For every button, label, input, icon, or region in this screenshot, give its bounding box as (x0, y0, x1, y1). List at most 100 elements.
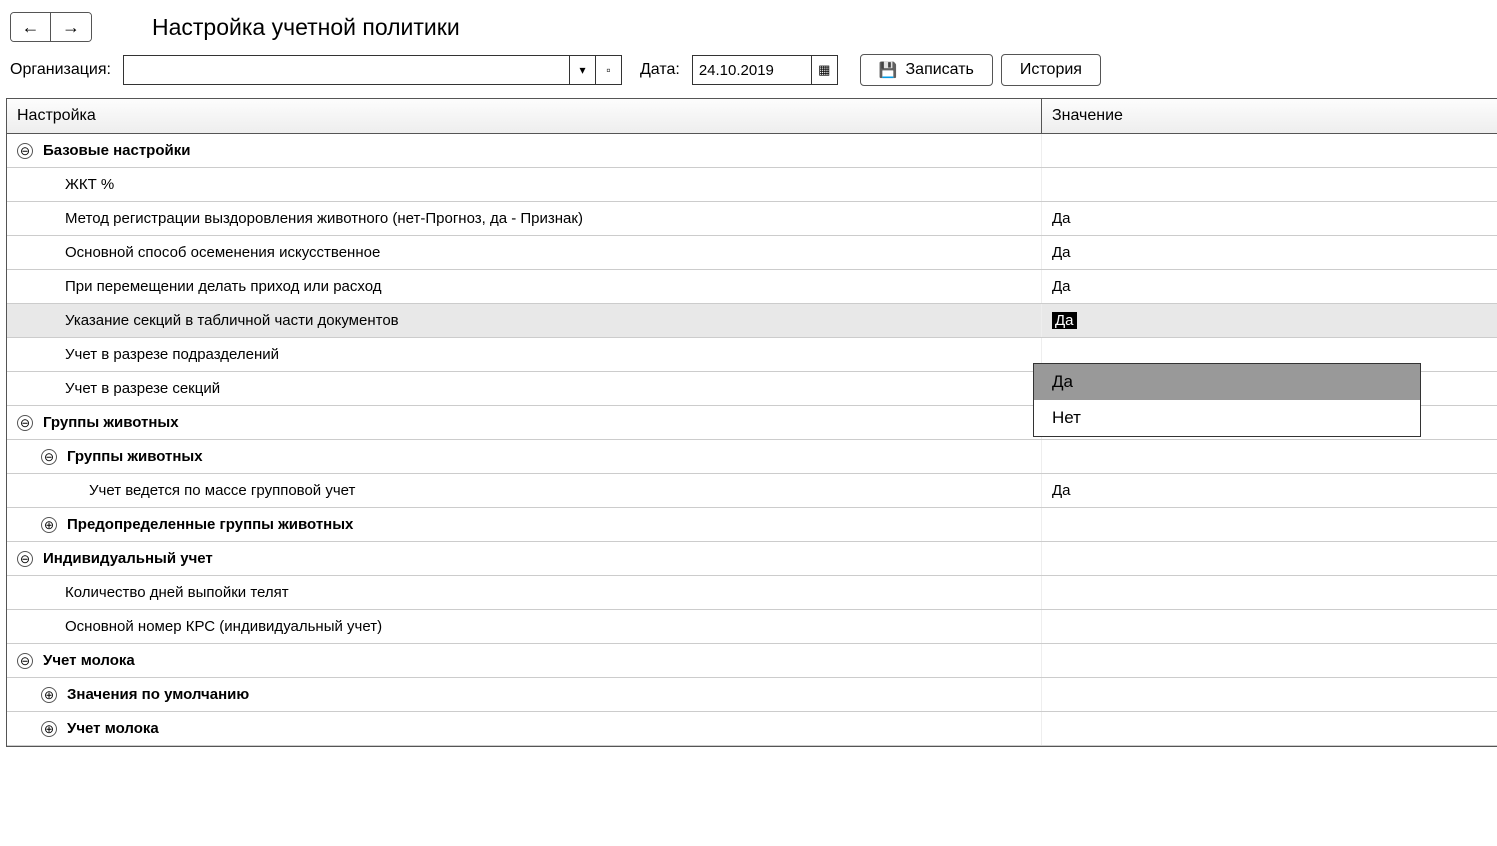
collapse-icon[interactable]: ⊖ (17, 653, 33, 669)
setting-cell: Указание секций в табличной части докуме… (7, 304, 1042, 337)
date-label: Дата: (640, 61, 680, 79)
dropdown-option[interactable]: Да (1034, 364, 1420, 400)
value-dropdown: ДаНет (1033, 363, 1421, 437)
value-text: Да (1052, 278, 1071, 295)
setting-label: При перемещении делать приход или расход (65, 278, 381, 295)
save-button[interactable]: 💾 Записать (860, 54, 993, 86)
group-label: Базовые настройки (43, 142, 190, 159)
grid-row[interactable]: ⊕Предопределенные группы животных (7, 508, 1497, 542)
org-open-button[interactable]: ▫ (595, 56, 621, 84)
value-cell[interactable] (1042, 542, 1497, 575)
setting-label: Учет в разрезе подразделений (65, 346, 279, 363)
grid-row[interactable]: Количество дней выпойки телят (7, 576, 1497, 610)
value-cell[interactable] (1042, 644, 1497, 677)
setting-cell: Количество дней выпойки телят (7, 576, 1042, 609)
arrow-right-icon: → (62, 17, 80, 38)
expand-icon[interactable]: ⊕ (41, 721, 57, 737)
value-cell[interactable]: Да (1042, 270, 1497, 303)
setting-label: Метод регистрации выздоровления животног… (65, 210, 583, 227)
org-input[interactable] (124, 56, 569, 84)
open-icon: ▫ (606, 63, 610, 77)
save-icon: 💾 (879, 61, 898, 79)
group-label: Учет молока (67, 720, 159, 737)
setting-cell: ⊖ Группы животных (7, 406, 1042, 439)
setting-label: Учет ведется по массе групповой учет (89, 482, 355, 499)
setting-label: Основной способ осеменения искусственное (65, 244, 380, 261)
collapse-icon[interactable]: ⊖ (17, 143, 33, 159)
date-input[interactable] (693, 56, 811, 84)
collapse-icon[interactable]: ⊖ (17, 551, 33, 567)
value-cell[interactable]: Да (1042, 236, 1497, 269)
grid-row[interactable]: ⊖ Учет молока (7, 644, 1497, 678)
setting-cell: ⊕Предопределенные группы животных (7, 508, 1042, 541)
value-cell[interactable] (1042, 134, 1497, 167)
date-field-wrap: ▦ (692, 55, 838, 85)
back-button[interactable]: ← (11, 13, 51, 41)
value-cell[interactable] (1042, 508, 1497, 541)
grid-row[interactable]: Основной номер КРС (индивидуальный учет) (7, 610, 1497, 644)
col-header-value[interactable]: Значение (1042, 99, 1497, 133)
value-cell[interactable]: Да (1042, 474, 1497, 507)
setting-cell: Метод регистрации выздоровления животног… (7, 202, 1042, 235)
setting-cell: ⊖ Учет молока (7, 644, 1042, 677)
grid-row[interactable]: Основной способ осеменения искусственное… (7, 236, 1497, 270)
grid-row[interactable]: ⊕ Учет молока (7, 712, 1497, 746)
value-cell[interactable]: Да (1042, 304, 1497, 337)
value-text: Да (1052, 244, 1071, 261)
expand-icon[interactable]: ⊕ (41, 517, 57, 533)
group-label: Группы животных (67, 448, 203, 465)
grid-row[interactable]: ⊕Значения по умолчанию (7, 678, 1497, 712)
setting-label: Количество дней выпойки телят (65, 584, 289, 601)
grid-row[interactable]: Метод регистрации выздоровления животног… (7, 202, 1497, 236)
value-cell[interactable] (1042, 712, 1497, 745)
setting-cell: ⊕Значения по умолчанию (7, 678, 1042, 711)
history-button-label: История (1020, 61, 1082, 79)
dropdown-option[interactable]: Нет (1034, 400, 1420, 436)
calendar-icon: ▦ (818, 62, 830, 78)
setting-cell: Основной способ осеменения искусственное (7, 236, 1042, 269)
grid-row[interactable]: Учет ведется по массе групповой учет Да (7, 474, 1497, 508)
setting-cell: Учет в разрезе подразделений (7, 338, 1042, 371)
value-text: Да (1052, 482, 1071, 499)
history-button[interactable]: История (1001, 54, 1101, 86)
setting-label: Учет в разрезе секций (65, 380, 220, 397)
chevron-down-icon: ▾ (579, 63, 585, 77)
grid-row[interactable]: ЖКТ % (7, 168, 1497, 202)
setting-cell: Учет в разрезе секций (7, 372, 1042, 405)
save-button-label: Записать (906, 61, 974, 79)
org-field-wrap: ▾ ▫ (123, 55, 622, 85)
grid-body: ⊖ Базовые настройки ЖКТ % Метод регистрации… (7, 134, 1497, 746)
value-text: Да (1052, 210, 1071, 227)
grid-row[interactable]: При перемещении делать приход или расход… (7, 270, 1497, 304)
forward-button[interactable]: → (51, 13, 91, 41)
grid-row[interactable]: ⊖Индивидуальный учет (7, 542, 1497, 576)
grid-header: Настройка Значение (7, 99, 1497, 134)
collapse-icon[interactable]: ⊖ (17, 415, 33, 431)
setting-cell: ЖКТ % (7, 168, 1042, 201)
date-picker-button[interactable]: ▦ (811, 56, 837, 84)
org-dropdown-button[interactable]: ▾ (569, 56, 595, 84)
group-label: Группы животных (43, 414, 179, 431)
nav-button-group: ← → (10, 12, 92, 42)
setting-cell: Учет ведется по массе групповой учет (7, 474, 1042, 507)
expand-icon[interactable]: ⊕ (41, 687, 57, 703)
group-label: Учет молока (43, 652, 135, 669)
grid-row[interactable]: ⊖ Группы животных (7, 440, 1497, 474)
setting-cell: ⊖Индивидуальный учет (7, 542, 1042, 575)
setting-cell: При перемещении делать приход или расход (7, 270, 1042, 303)
value-cell[interactable] (1042, 576, 1497, 609)
setting-label: ЖКТ % (65, 176, 114, 193)
value-cell[interactable] (1042, 610, 1497, 643)
value-cell[interactable]: Да (1042, 202, 1497, 235)
setting-cell: ⊖ Базовые настройки (7, 134, 1042, 167)
value-cell[interactable] (1042, 168, 1497, 201)
collapse-icon[interactable]: ⊖ (41, 449, 57, 465)
setting-cell: ⊖ Группы животных (7, 440, 1042, 473)
grid-row[interactable]: ⊖ Базовые настройки (7, 134, 1497, 168)
value-editing[interactable]: Да (1052, 312, 1077, 329)
col-header-setting[interactable]: Настройка (7, 99, 1042, 133)
value-cell[interactable] (1042, 678, 1497, 711)
org-label: Организация: (10, 61, 111, 79)
grid-row[interactable]: Указание секций в табличной части докуме… (7, 304, 1497, 338)
value-cell[interactable] (1042, 440, 1497, 473)
